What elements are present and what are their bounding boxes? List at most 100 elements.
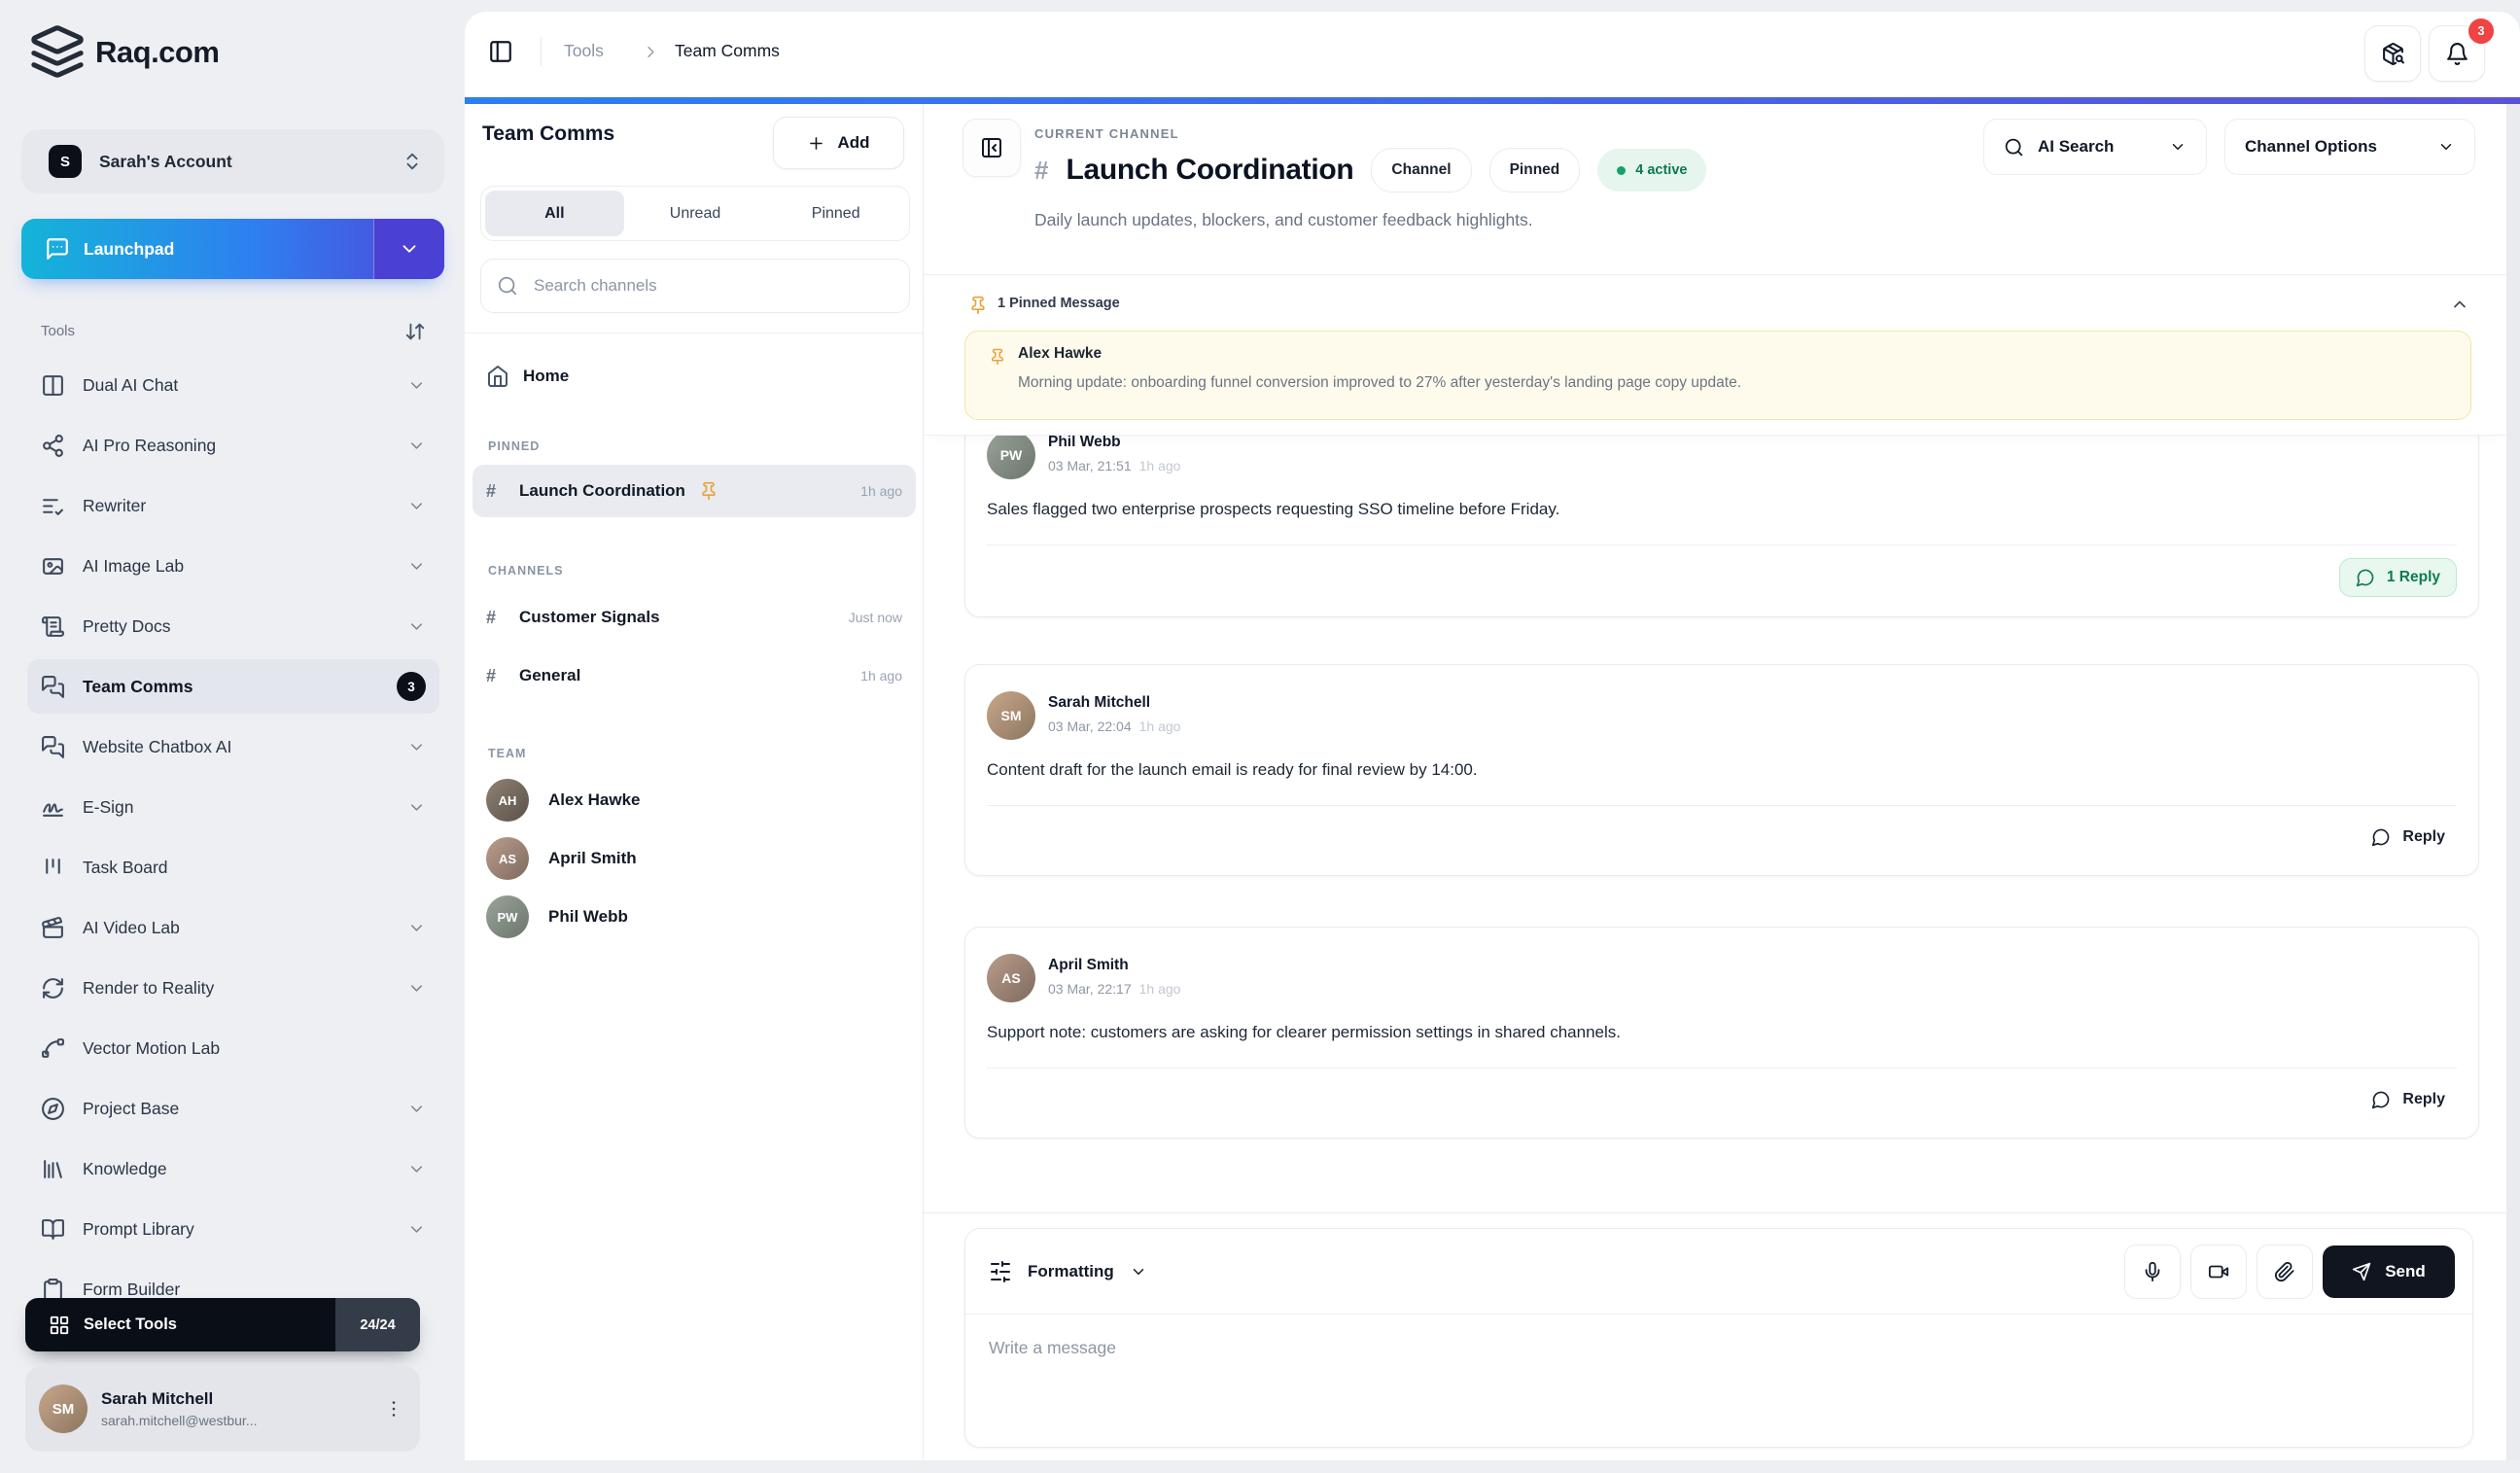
- sidebar-item-vector-motion-lab[interactable]: Vector Motion Lab: [27, 1021, 439, 1075]
- image-icon: [41, 554, 65, 579]
- chevron-up-icon[interactable]: [2450, 295, 2469, 314]
- sidebar-item-knowledge[interactable]: Knowledge: [27, 1141, 439, 1196]
- user-profile[interactable]: SM Sarah Mitchell sarah.mitchell@westbur…: [25, 1366, 420, 1452]
- sidebar-item-label: Vector Motion Lab: [83, 1038, 426, 1059]
- sidebar-item-home[interactable]: Home: [472, 350, 916, 403]
- chevron-down-icon: [407, 1160, 426, 1178]
- attach-button[interactable]: [2257, 1245, 2313, 1299]
- sidebar-item-team-comms[interactable]: Team Comms3: [27, 659, 439, 714]
- sidebar-item-form-builder[interactable]: Form Builder: [27, 1262, 439, 1301]
- sidebar-item-rewriter[interactable]: Rewriter: [27, 478, 439, 533]
- pinned-badge[interactable]: Pinned: [1489, 148, 1581, 193]
- channel-time: 1h ago: [860, 668, 902, 684]
- sidebar-item-e-sign[interactable]: E-Sign: [27, 780, 439, 834]
- account-label: Sarah's Account: [99, 152, 402, 172]
- pinned-message-card[interactable]: Alex Hawke Morning update: onboarding fu…: [964, 331, 2471, 420]
- channel-time: 1h ago: [860, 483, 902, 499]
- channel-list-panel: Team Comms Add All Unread Pinned Home PI…: [465, 104, 924, 1460]
- channel-item-launch-coordination[interactable]: # Launch Coordination 1h ago: [472, 465, 916, 517]
- reply-button[interactable]: 1 Reply: [2339, 558, 2457, 597]
- send-button[interactable]: Send: [2323, 1245, 2455, 1298]
- chevron-down-icon: [407, 738, 426, 756]
- package-search-button[interactable]: [2364, 25, 2421, 82]
- sidebar-item-ai-image-lab[interactable]: AI Image Lab: [27, 539, 439, 593]
- sidebar-item-website-chatbox-ai[interactable]: Website Chatbox AI: [27, 719, 439, 774]
- book-open-icon: [41, 1217, 65, 1242]
- channel-search-input[interactable]: [532, 275, 893, 297]
- sidebar-item-label: Project Base: [83, 1099, 407, 1119]
- select-tools-button[interactable]: Select Tools 24/24: [25, 1298, 420, 1351]
- chevron-down-icon: [407, 919, 426, 937]
- team-member-april-smith[interactable]: AS April Smith: [472, 832, 916, 885]
- bell-icon: [2445, 42, 2469, 66]
- formatting-dropdown[interactable]: Formatting: [989, 1260, 1147, 1283]
- breadcrumb-parent[interactable]: Tools: [564, 41, 604, 61]
- team-member-alex-hawke[interactable]: AH Alex Hawke: [472, 774, 916, 826]
- message-avatar: AS: [987, 954, 1035, 1002]
- sidebar-item-label: Knowledge: [83, 1159, 407, 1179]
- app-logo-text: Raq.com: [95, 35, 219, 70]
- online-dot: [1617, 166, 1626, 175]
- sidebar-item-label: E-Sign: [83, 797, 407, 818]
- breadcrumb-current: Team Comms: [675, 41, 780, 61]
- launchpad-label: Launchpad: [84, 239, 174, 260]
- sort-icon[interactable]: [404, 321, 426, 342]
- sidebar-item-pretty-docs[interactable]: Pretty Docs: [27, 599, 439, 653]
- channel-item-customer-signals[interactable]: # Customer Signals Just now: [472, 591, 916, 644]
- sidebar-item-label: AI Pro Reasoning: [83, 436, 407, 456]
- message-avatar: PW: [987, 435, 1035, 479]
- mic-button[interactable]: [2124, 1245, 2181, 1299]
- sidebar-item-label: Rewriter: [83, 496, 407, 516]
- member-name: Alex Hawke: [548, 790, 641, 810]
- composer-actions: Send: [2124, 1245, 2455, 1299]
- pinned-messages-section: 1 Pinned Message Alex Hawke Morning upda…: [924, 275, 2506, 436]
- message-list[interactable]: PW Phil Webb 03 Mar, 21:511h ago Sales f…: [924, 435, 2506, 1212]
- pin-icon: [699, 481, 718, 501]
- current-channel-label: CURRENT CHANNEL: [1034, 126, 1179, 141]
- message-circle-icon: [2371, 1090, 2391, 1109]
- kebab-menu-icon[interactable]: [383, 1398, 404, 1420]
- user-name: Sarah Mitchell: [101, 1389, 383, 1409]
- account-switcher[interactable]: S Sarah's Account: [21, 129, 444, 193]
- add-channel-button[interactable]: Add: [773, 117, 904, 169]
- sidebar-item-dual-ai-chat[interactable]: Dual AI Chat: [27, 358, 439, 412]
- launchpad-button[interactable]: Launchpad: [21, 219, 444, 279]
- notifications-button[interactable]: 3: [2429, 25, 2485, 82]
- launchpad-dropdown[interactable]: [373, 219, 444, 279]
- channel-item-general[interactable]: # General 1h ago: [472, 649, 916, 702]
- sidebar-item-ai-pro-reasoning[interactable]: AI Pro Reasoning: [27, 418, 439, 473]
- video-button[interactable]: [2190, 1245, 2247, 1299]
- scroll-icon: [41, 614, 65, 639]
- channel-options-button[interactable]: Channel Options: [2224, 119, 2475, 175]
- search-icon: [2004, 137, 2024, 158]
- ai-search-label: AI Search: [2038, 137, 2114, 157]
- grid-icon: [49, 1315, 70, 1336]
- reply-button[interactable]: Reply: [2360, 819, 2457, 856]
- pinned-text: Morning update: onboarding funnel conver…: [1018, 374, 1741, 392]
- collapse-panel-button[interactable]: [962, 119, 1021, 177]
- scrollbar-track[interactable]: [2506, 104, 2520, 1460]
- channel-search[interactable]: [480, 259, 910, 313]
- chevrons-up-down-icon: [402, 151, 423, 172]
- sidebar-item-render-to-reality[interactable]: Render to Reality: [27, 961, 439, 1015]
- member-avatar: PW: [486, 895, 529, 938]
- tab-all[interactable]: All: [485, 191, 624, 236]
- signature-icon: [41, 795, 65, 820]
- sidebar-item-prompt-library[interactable]: Prompt Library: [27, 1202, 439, 1256]
- sidebar-item-label: Dual AI Chat: [83, 375, 407, 396]
- reply-label: Reply: [2402, 828, 2445, 846]
- channel-type-badge[interactable]: Channel: [1371, 148, 1471, 193]
- user-avatar: SM: [39, 1385, 88, 1433]
- tab-pinned[interactable]: Pinned: [766, 191, 905, 236]
- sidebar-toggle-icon[interactable]: [488, 39, 513, 64]
- ai-search-button[interactable]: AI Search: [1983, 119, 2207, 175]
- sidebar-item-project-base[interactable]: Project Base: [27, 1081, 439, 1136]
- app-sidebar: Raq.com S Sarah's Account Launchpad Tool…: [0, 0, 465, 1473]
- tab-unread[interactable]: Unread: [626, 191, 765, 236]
- sidebar-item-task-board[interactable]: Task Board: [27, 840, 439, 894]
- paperclip-icon: [2274, 1261, 2295, 1282]
- sidebar-item-ai-video-lab[interactable]: AI Video Lab: [27, 900, 439, 955]
- reply-button[interactable]: Reply: [2360, 1081, 2457, 1118]
- message-input[interactable]: [965, 1315, 2472, 1431]
- team-member-phil-webb[interactable]: PW Phil Webb: [472, 891, 916, 943]
